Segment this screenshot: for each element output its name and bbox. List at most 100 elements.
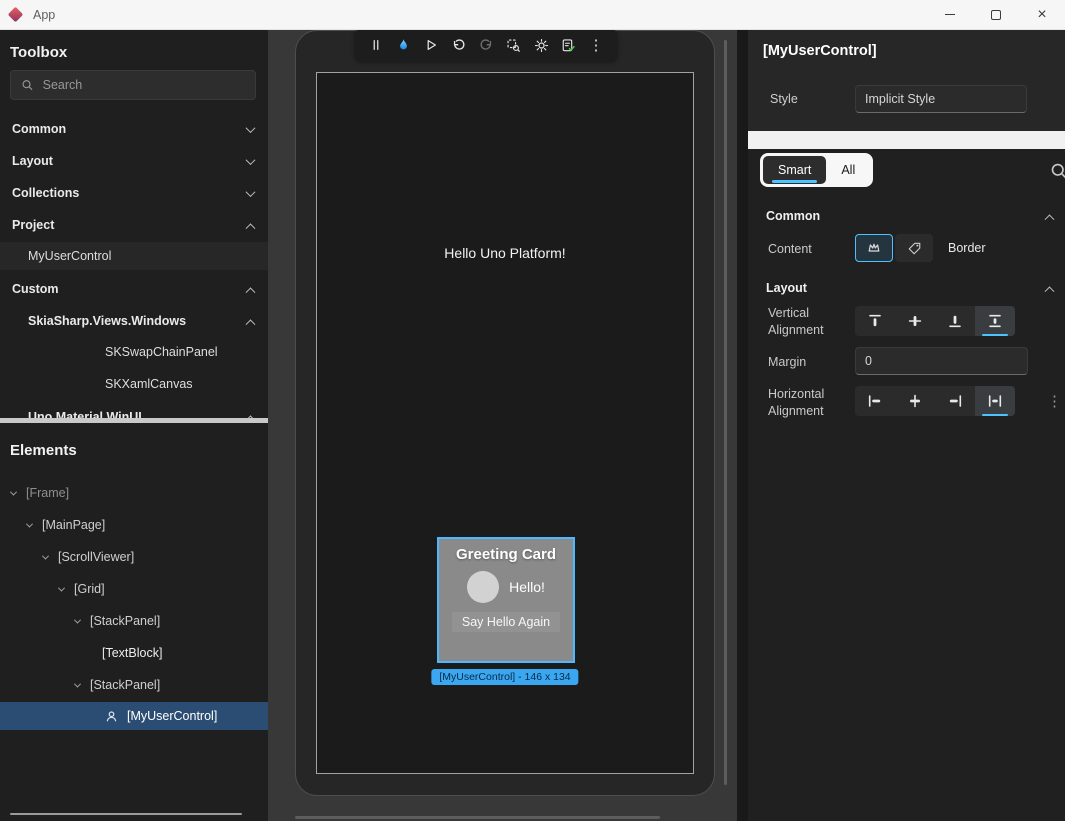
toolbox-namespace-unomaterial[interactable]: Uno.Material.WinUI — [0, 402, 268, 418]
selection-size-badge: [MyUserControl] - 146 x 134 — [431, 669, 578, 685]
say-hello-again-button[interactable]: Say Hello Again — [452, 612, 560, 632]
section-common[interactable]: Common — [748, 204, 1065, 228]
properties-search-button[interactable] — [1049, 161, 1065, 184]
minimize-icon — [945, 14, 955, 16]
usercontrol-icon — [104, 709, 119, 724]
content-presenter-icon — [866, 240, 882, 256]
toolbox-section-custom[interactable]: Custom — [0, 274, 268, 304]
minimize-button[interactable] — [927, 0, 973, 29]
toolbar-grip-icon[interactable] — [366, 35, 386, 55]
tab-all[interactable]: All — [826, 156, 870, 184]
panel-gutter — [737, 30, 748, 821]
chevron-down-icon — [41, 552, 48, 559]
tree-item-grid[interactable]: [Grid] — [0, 575, 268, 603]
undo-icon[interactable] — [449, 35, 469, 55]
vertical-alignment-label: Vertical Alignment — [768, 305, 848, 339]
align-top-button[interactable] — [855, 306, 895, 336]
search-icon — [1049, 161, 1065, 181]
tag-icon — [907, 241, 922, 256]
properties-panel: [MyUserControl] Style Smart All Common C… — [748, 30, 1065, 821]
content-tag-button[interactable] — [895, 234, 933, 262]
horizontal-alignment-label: Horizontal Alignment — [768, 386, 848, 420]
canvas-horizontal-scrollbar[interactable] — [295, 816, 660, 819]
chevron-down-icon — [73, 616, 80, 623]
toolbox-section-collections[interactable]: Collections — [0, 178, 268, 208]
properties-header: [MyUserControl] Style — [748, 30, 1065, 131]
tree-item-textblock[interactable]: [TextBlock] — [0, 639, 268, 667]
tab-smart[interactable]: Smart — [763, 156, 826, 184]
tree-item-scrollviewer[interactable]: [ScrollViewer] — [0, 543, 268, 571]
tree-item-mainpage[interactable]: [MainPage] — [0, 511, 268, 539]
align-left-button[interactable] — [855, 386, 895, 416]
content-value: Border — [948, 241, 986, 255]
align-bottom-icon — [947, 313, 963, 329]
margin-label: Margin — [768, 354, 806, 371]
redo-icon[interactable] — [476, 35, 496, 55]
stretch-horizontal-button[interactable] — [975, 386, 1015, 416]
hello-textblock[interactable]: Hello Uno Platform! — [317, 245, 693, 261]
panel-splitter[interactable] — [0, 418, 268, 423]
more-options-icon[interactable]: ⋮ — [586, 35, 606, 55]
card-row: Hello! — [467, 571, 545, 603]
horizontal-alignment-group — [855, 386, 1015, 416]
chevron-down-icon — [246, 187, 256, 197]
toolbox-section-project[interactable]: Project — [0, 210, 268, 240]
toolbox-item-skxamlcanvas[interactable]: SKXamlCanvas — [0, 370, 268, 398]
align-center-vertical-icon — [907, 313, 923, 329]
chevron-up-icon — [1045, 214, 1055, 224]
canvas-vertical-scrollbar[interactable] — [724, 40, 727, 785]
elements-title: Elements — [10, 442, 77, 459]
design-canvas[interactable]: Hello Uno Platform! Greeting Card Hello!… — [268, 30, 737, 821]
tree-item-myusercontrol[interactable]: [MyUserControl] — [0, 702, 268, 730]
stretch-vertical-button[interactable] — [975, 306, 1015, 336]
hot-reload-flame-icon[interactable] — [394, 35, 414, 55]
app-title: App — [33, 8, 55, 22]
toolbox-section-common[interactable]: Common — [0, 114, 268, 144]
device-screen[interactable]: Hello Uno Platform! Greeting Card Hello!… — [316, 72, 694, 774]
content-presenter-button[interactable] — [855, 234, 893, 262]
margin-input[interactable] — [855, 347, 1028, 375]
tree-item-stackpanel-1[interactable]: [StackPanel] — [0, 607, 268, 635]
theme-sun-icon[interactable] — [531, 35, 551, 55]
property-tabs: Smart All — [760, 153, 873, 187]
toolbox-item-skswapchainpanel[interactable]: SKSwapChainPanel — [0, 338, 268, 366]
maximize-button[interactable] — [973, 0, 1019, 29]
align-right-button[interactable] — [935, 386, 975, 416]
more-options-icon[interactable]: ⋮ — [1047, 392, 1062, 410]
card-ellipse — [467, 571, 499, 603]
sidebar-scrollbar[interactable] — [10, 813, 242, 815]
close-button[interactable]: × — [1019, 0, 1065, 29]
toolbox-item-myusercontrol[interactable]: MyUserControl — [0, 242, 268, 270]
search-input[interactable] — [43, 78, 245, 92]
section-layout[interactable]: Layout — [748, 276, 1065, 300]
header-separator — [748, 131, 1065, 149]
content-toggle-group — [855, 234, 933, 262]
align-center-vertical-button[interactable] — [895, 306, 935, 336]
card-title: Greeting Card — [456, 546, 556, 563]
stretch-horizontal-icon — [987, 393, 1003, 409]
chevron-up-icon — [246, 287, 256, 297]
style-input[interactable] — [855, 85, 1027, 113]
card-greeting: Hello! — [509, 579, 545, 595]
tree-item-stackpanel-2[interactable]: [StackPanel] — [0, 671, 268, 699]
chevron-down-icon — [25, 520, 32, 527]
device-frame: Hello Uno Platform! Greeting Card Hello!… — [295, 30, 715, 796]
toolbox-namespace-skiasharp[interactable]: SkiaSharp.Views.Windows — [0, 306, 268, 336]
task-list-icon[interactable] — [559, 35, 579, 55]
play-icon[interactable] — [421, 35, 441, 55]
align-center-horizontal-icon — [907, 393, 923, 409]
toolbox-search[interactable] — [10, 70, 256, 100]
inspect-element-icon[interactable] — [504, 35, 524, 55]
align-center-horizontal-button[interactable] — [895, 386, 935, 416]
chevron-up-icon — [1045, 286, 1055, 296]
style-label: Style — [770, 92, 798, 106]
chevron-up-icon — [246, 223, 256, 233]
toolbox-panel: Toolbox Common Layout Collections Projec… — [0, 30, 268, 418]
tree-item-frame[interactable]: [Frame] — [0, 479, 268, 507]
myusercontrol-selection[interactable]: Greeting Card Hello! Say Hello Again — [437, 537, 575, 663]
align-left-icon — [867, 393, 883, 409]
toolbox-section-layout[interactable]: Layout — [0, 146, 268, 176]
toolbox-title: Toolbox — [10, 44, 67, 61]
left-sidebar: Toolbox Common Layout Collections Projec… — [0, 30, 268, 821]
align-bottom-button[interactable] — [935, 306, 975, 336]
